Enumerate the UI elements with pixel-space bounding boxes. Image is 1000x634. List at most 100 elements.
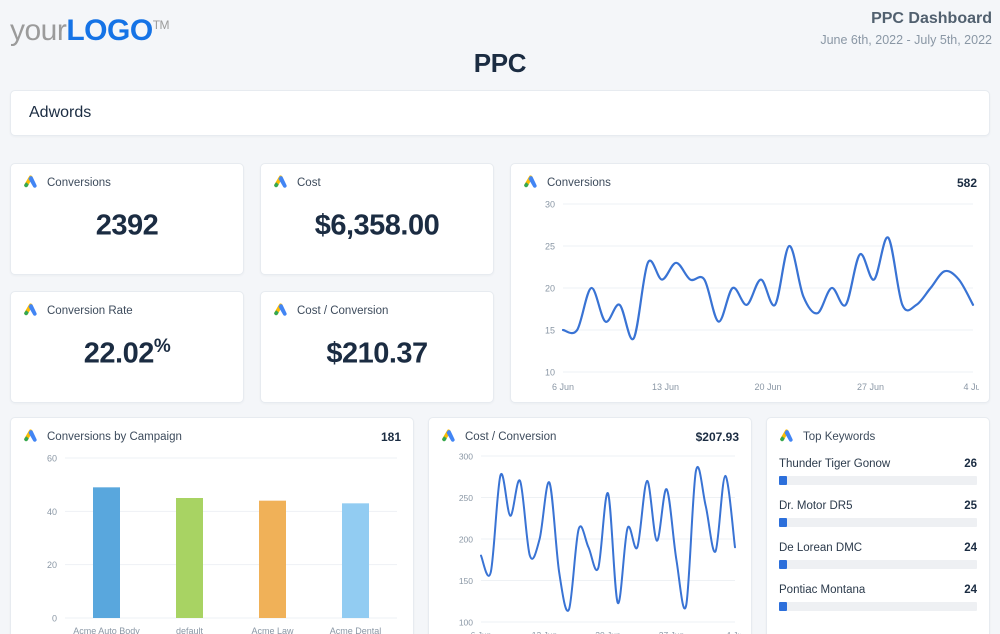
keyword-row: Pontiac Montana 24 bbox=[779, 584, 977, 596]
bar bbox=[176, 498, 203, 618]
keyword-item[interactable]: Pontiac Montana 24 bbox=[779, 584, 977, 611]
kpi-group: Conversions 2392 Cost $6,358.00 Conversi… bbox=[10, 163, 494, 403]
page-title: PPC bbox=[473, 48, 527, 78]
keyword-progress-track bbox=[779, 518, 977, 527]
kpi-card-conversion-rate[interactable]: Conversion Rate 22.02% bbox=[10, 291, 244, 403]
chart-title: Conversions by Campaign bbox=[47, 430, 182, 443]
google-ads-icon bbox=[442, 429, 455, 442]
keyword-item[interactable]: De Lorean DMC 24 bbox=[779, 542, 977, 569]
keyword-count: 24 bbox=[964, 584, 977, 596]
kpi-value: 2392 bbox=[23, 208, 231, 243]
bar bbox=[93, 487, 120, 618]
google-ads-icon bbox=[274, 175, 287, 188]
kpi-header: Conversion Rate bbox=[23, 303, 231, 318]
dashboard-grid: Conversions 2392 Cost $6,358.00 Conversi… bbox=[10, 163, 990, 634]
date-range: June 6th, 2022 - July 5th, 2022 bbox=[820, 33, 992, 47]
x-axis-tick-label: 6 Jun bbox=[471, 630, 492, 634]
kpi-value: $210.37 bbox=[273, 336, 481, 371]
keyword-progress-fill bbox=[779, 518, 787, 527]
x-axis-tick-label: 20 Jun bbox=[754, 382, 781, 392]
y-axis-tick-label: 0 bbox=[52, 614, 57, 624]
keyword-row: Dr. Motor DR5 25 bbox=[779, 500, 977, 512]
keyword-progress-track bbox=[779, 602, 977, 611]
chart-header: Top Keywords bbox=[779, 429, 977, 444]
keyword-name: De Lorean DMC bbox=[779, 542, 863, 554]
x-axis-tick-label: Acme Law bbox=[251, 626, 294, 634]
chart-total: 181 bbox=[380, 429, 401, 444]
chart-header: Cost / Conversion $207.93 bbox=[441, 429, 739, 444]
chart-title: Top Keywords bbox=[803, 430, 876, 443]
dashboard-page: yourLOGOTM PPC Dashboard June 6th, 2022 … bbox=[0, 0, 1000, 634]
panel-top-keywords[interactable]: Top Keywords Thunder Tiger Gonow 26 Dr. Mo… bbox=[766, 417, 990, 634]
x-axis-tick-label: default bbox=[176, 626, 204, 634]
google-ads-icon bbox=[524, 175, 537, 188]
google-ads-icon bbox=[24, 303, 37, 316]
conversions-line-plot: 10 15 20 25 30 6 Jun 13 Jun 20 Jun 27 Jun 4 Jul bbox=[545, 200, 983, 393]
y-axis-tick-label: 100 bbox=[459, 618, 473, 628]
y-axis-tick-label: 60 bbox=[47, 454, 57, 464]
chart-card-conversions[interactable]: Conversions 582 10 15 20 25 30 6 Jun 13 Jun 20 … bbox=[510, 163, 990, 403]
kpi-value-number: $6,358.00 bbox=[314, 209, 440, 242]
keyword-progress-fill bbox=[779, 602, 787, 611]
kpi-card-conversions[interactable]: Conversions 2392 bbox=[10, 163, 244, 275]
section-adwords[interactable]: Adwords bbox=[10, 90, 990, 136]
keyword-count: 26 bbox=[964, 458, 977, 470]
chart-total: $207.93 bbox=[695, 429, 739, 444]
y-axis-tick-label: 30 bbox=[545, 200, 555, 210]
y-axis-tick-label: 10 bbox=[545, 368, 555, 378]
row-top: Conversions 2392 Cost $6,358.00 Conversi… bbox=[10, 163, 990, 403]
cost-per-conversion-line-plot: 100 150 200 250 300 6 Jun 13 Jun 20 Jun 27 Jun 4 … bbox=[459, 452, 744, 634]
google-ads-icon bbox=[274, 303, 287, 316]
x-axis-tick-label: 4 Jul bbox=[726, 630, 741, 634]
y-axis-tick-label: 300 bbox=[459, 452, 473, 462]
y-axis-tick-label: 40 bbox=[47, 507, 57, 517]
kpi-header: Cost bbox=[273, 175, 481, 190]
bar bbox=[259, 500, 286, 618]
kpi-label: Conversions bbox=[47, 176, 111, 189]
bar bbox=[342, 503, 369, 618]
kpi-value-unit: % bbox=[153, 336, 171, 357]
kpi-card-cost[interactable]: Cost $6,358.00 bbox=[260, 163, 494, 275]
y-axis-tick-label: 25 bbox=[545, 242, 555, 252]
keyword-progress-fill bbox=[779, 560, 787, 569]
kpi-header: Conversions bbox=[23, 175, 231, 190]
x-axis-tick-label: 27 Jun bbox=[659, 630, 685, 634]
x-axis-tick-label: 4 Jul bbox=[963, 382, 979, 392]
kpi-label: Cost / Conversion bbox=[297, 304, 389, 317]
x-axis-tick-label: Acme Auto Body bbox=[73, 626, 140, 634]
keyword-progress-track bbox=[779, 476, 977, 485]
section-label: Adwords bbox=[29, 104, 92, 121]
keyword-progress-track bbox=[779, 560, 977, 569]
chart-card-cost-per-conversion[interactable]: Cost / Conversion $207.93 100 150 200 250 30… bbox=[428, 417, 752, 634]
y-axis-tick-label: 15 bbox=[545, 326, 555, 336]
keyword-item[interactable]: Thunder Tiger Gonow 26 bbox=[779, 458, 977, 485]
y-axis-tick-label: 200 bbox=[459, 535, 473, 545]
kpi-card-cost-per-conversion[interactable]: Cost / Conversion $210.37 bbox=[260, 291, 494, 403]
x-axis-tick-label: 13 Jun bbox=[652, 382, 679, 392]
kpi-value-number: 2392 bbox=[95, 209, 159, 242]
y-axis-tick-label: 250 bbox=[459, 493, 473, 503]
kpi-label: Conversion Rate bbox=[47, 304, 133, 317]
y-axis-tick-label: 150 bbox=[459, 576, 473, 586]
x-axis-tick-label: 20 Jun bbox=[595, 630, 621, 634]
kpi-value: 22.02% bbox=[23, 336, 231, 371]
google-ads-icon bbox=[24, 429, 37, 442]
x-axis-tick-label: 13 Jun bbox=[532, 630, 558, 634]
x-axis-tick-label: Acme Dental bbox=[330, 626, 382, 634]
chart-header: Conversions by Campaign 181 bbox=[23, 429, 401, 444]
keyword-row: De Lorean DMC 24 bbox=[779, 542, 977, 554]
y-axis-tick-label: 20 bbox=[47, 560, 57, 570]
campaign-bar-plot: 0 20 40 60 Acme Auto Body default Acme Law Acme… bbox=[47, 454, 397, 634]
logo-word-logo: LOGO bbox=[66, 14, 153, 47]
x-axis-tick-label: 27 Jun bbox=[857, 382, 884, 392]
dashboard-title: PPC Dashboard bbox=[871, 10, 992, 27]
logo-trademark: TM bbox=[152, 18, 170, 32]
x-axis-tick-label: 6 Jun bbox=[552, 382, 574, 392]
logo-word-your: your bbox=[10, 14, 67, 47]
keyword-item[interactable]: Dr. Motor DR5 25 bbox=[779, 500, 977, 527]
kpi-label: Cost bbox=[297, 176, 321, 189]
kpi-value-number: 22.02 bbox=[83, 337, 155, 370]
keyword-name: Pontiac Montana bbox=[779, 584, 866, 596]
chart-card-conversions-by-campaign[interactable]: Conversions by Campaign 181 0 20 40 60 Acme … bbox=[10, 417, 414, 634]
keyword-name: Dr. Motor DR5 bbox=[779, 500, 853, 512]
